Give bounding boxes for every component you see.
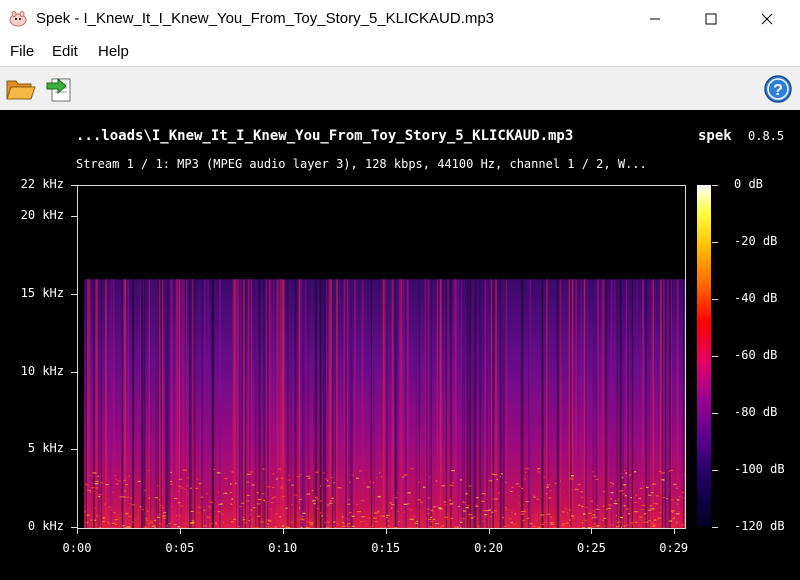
help-icon: ? bbox=[764, 75, 792, 103]
x-tick-mark bbox=[488, 528, 490, 534]
db-tick-mark bbox=[712, 299, 718, 300]
x-tick-label: 0:29 bbox=[659, 541, 689, 555]
save-arrow-icon bbox=[46, 77, 71, 102]
stream-info: Stream 1 / 1: MP3 (MPEG audio layer 3), … bbox=[76, 157, 647, 171]
x-tick-label: 0:05 bbox=[165, 541, 195, 555]
app-name: spek bbox=[698, 128, 732, 144]
maximize-button[interactable] bbox=[688, 0, 734, 38]
db-tick-mark bbox=[712, 470, 718, 471]
db-tick-mark bbox=[712, 527, 718, 528]
db-tick-mark bbox=[712, 413, 718, 414]
menu-edit[interactable]: Edit bbox=[52, 43, 78, 60]
minimize-icon bbox=[650, 18, 660, 20]
x-tick-label: 0:25 bbox=[576, 541, 606, 555]
menu-bar: File Edit Help bbox=[0, 38, 800, 66]
y-tick-label: 22 kHz bbox=[20, 177, 64, 191]
x-tick-label: 0:20 bbox=[474, 541, 503, 555]
minimize-button[interactable] bbox=[632, 0, 678, 38]
folder-open-icon bbox=[6, 80, 36, 100]
x-tick-mark bbox=[77, 528, 78, 534]
x-tick-mark bbox=[282, 528, 284, 534]
db-tick-label: -60 dB bbox=[734, 348, 778, 362]
y-tick-label: 20 kHz bbox=[20, 208, 64, 223]
db-tick-label: -80 dB bbox=[734, 405, 778, 419]
db-tick-label: -100 dB bbox=[734, 462, 785, 476]
db-tick-label: -120 dB bbox=[734, 519, 785, 533]
spek-window: Spek - I_Knew_It_I_Knew_You_From_Toy_Sto… bbox=[0, 0, 800, 580]
menu-help[interactable]: Help bbox=[98, 43, 129, 60]
y-tick-mark bbox=[71, 371, 77, 373]
help-button[interactable]: ? bbox=[762, 73, 794, 105]
toolbar: ? bbox=[0, 66, 800, 111]
x-tick-label: 0:00 bbox=[62, 541, 92, 555]
y-tick-mark bbox=[71, 216, 77, 218]
app-version: 0.8.5 bbox=[748, 129, 785, 143]
x-tick-mark bbox=[673, 528, 675, 534]
close-icon bbox=[761, 13, 773, 25]
db-colorbar bbox=[697, 185, 711, 527]
x-tick-mark bbox=[179, 528, 181, 534]
y-tick-mark bbox=[71, 185, 77, 186]
y-tick-label: 5 kHz bbox=[27, 441, 64, 456]
spectrogram-plot bbox=[77, 185, 686, 529]
title-bar[interactable]: Spek - I_Knew_It_I_Knew_You_From_Toy_Sto… bbox=[0, 0, 800, 38]
db-tick-label: -40 dB bbox=[734, 291, 778, 305]
spectrogram-panel: ...loads\I_Knew_It_I_Knew_You_From_Toy_S… bbox=[0, 110, 800, 580]
app-icon bbox=[9, 11, 27, 27]
y-tick-label: 10 kHz bbox=[20, 363, 64, 378]
x-tick-mark bbox=[591, 528, 593, 534]
open-file-button[interactable] bbox=[4, 73, 36, 105]
y-tick-label: 0 kHz bbox=[27, 519, 64, 533]
maximize-icon bbox=[705, 13, 717, 25]
help-icon-label: ? bbox=[773, 82, 783, 99]
x-tick-label: 0:15 bbox=[371, 541, 401, 555]
db-tick-label: -20 dB bbox=[734, 234, 778, 248]
y-tick-label: 15 kHz bbox=[20, 285, 64, 300]
file-title: ...loads\I_Knew_It_I_Knew_You_From_Toy_S… bbox=[76, 128, 574, 144]
db-tick-mark bbox=[712, 185, 718, 186]
db-tick-label: 0 dB bbox=[734, 177, 763, 191]
spectrogram-image bbox=[84, 279, 685, 528]
y-tick-mark bbox=[71, 449, 77, 451]
db-tick-mark bbox=[712, 242, 718, 243]
db-tick-mark bbox=[712, 356, 718, 357]
save-button[interactable] bbox=[44, 73, 76, 105]
close-button[interactable] bbox=[744, 0, 790, 38]
x-tick-mark bbox=[385, 528, 387, 534]
y-tick-mark bbox=[71, 293, 77, 295]
window-title: Spek - I_Knew_It_I_Knew_You_From_Toy_Sto… bbox=[36, 10, 495, 27]
menu-file[interactable]: File bbox=[10, 43, 34, 60]
x-tick-label: 0:10 bbox=[268, 541, 298, 555]
